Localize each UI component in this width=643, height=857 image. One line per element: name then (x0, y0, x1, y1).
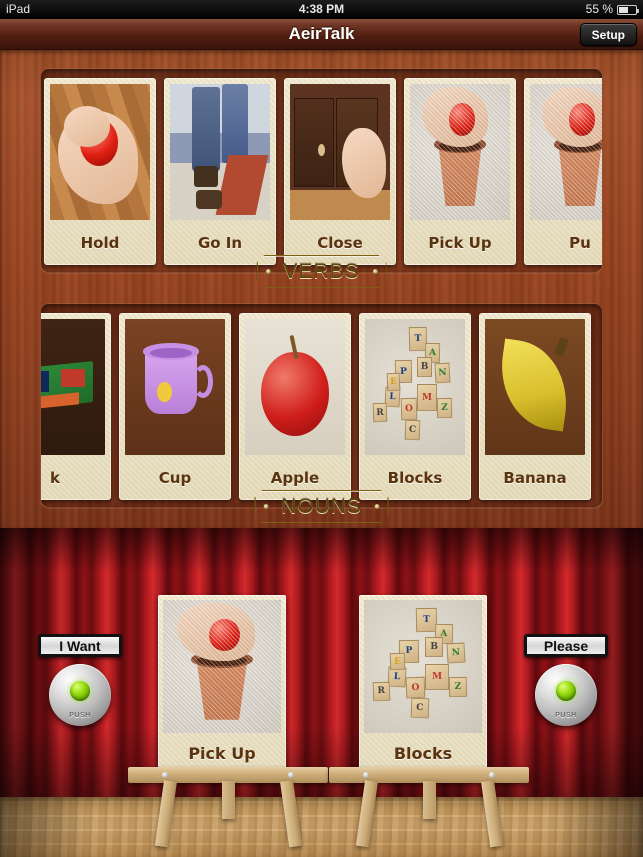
battery-icon (617, 4, 639, 15)
please-push-button[interactable]: PUSH (535, 664, 597, 726)
word-card-label: Pu (569, 233, 591, 252)
word-card-photo (125, 319, 225, 455)
nouns-panel[interactable]: k Cup Apple T P M O L E A N R Z B C Blocks Banana (40, 303, 603, 508)
word-card-photo (245, 319, 345, 455)
word-card-photo (290, 84, 390, 220)
led-indicator-icon (556, 681, 576, 701)
word-card-blocks[interactable]: T P M O L E A N R Z B C Blocks (359, 313, 471, 500)
word-card-photo (410, 84, 510, 220)
please-label: Please (524, 634, 608, 657)
word-card-apple[interactable]: Apple (239, 313, 351, 500)
word-card-photo (41, 319, 105, 455)
word-card-label: Go In (197, 233, 243, 252)
app-title-bar: AeirTalk Setup (0, 19, 643, 50)
word-card-photo (485, 319, 585, 455)
verbs-plaque: VERBS (256, 255, 386, 288)
screw-icon (288, 772, 294, 778)
screw-icon (162, 772, 168, 778)
push-caption: PUSH (555, 712, 577, 719)
word-card-close[interactable]: Close (284, 78, 396, 265)
i-want-label: I Want (38, 634, 122, 657)
word-card-label: Pick Up (428, 233, 492, 252)
word-card-hold[interactable]: Hold (44, 78, 156, 265)
status-battery-group: 55 % (585, 0, 639, 19)
i-want-push-button[interactable]: PUSH (49, 664, 111, 726)
screw-icon (375, 504, 380, 509)
screw-icon (263, 504, 268, 509)
word-card-banana[interactable]: Banana (479, 313, 591, 500)
word-card-label: Cup (158, 468, 192, 487)
status-clock: 4:38 PM (298, 2, 345, 16)
nouns-plaque-label: NOUNS (281, 494, 362, 518)
easel-right: TPMOLEANRZBC Blocks (329, 595, 529, 848)
screw-icon (373, 269, 378, 274)
sentence-card-photo (163, 600, 281, 733)
sentence-card-photo: TPMOLEANRZBC (364, 600, 482, 733)
setup-button[interactable]: Setup (579, 23, 637, 46)
word-card-pu[interactable]: Pu (524, 78, 602, 265)
led-indicator-icon (70, 681, 90, 701)
verbs-panel[interactable]: Hold Go In Close Pick Up Pu (40, 68, 603, 273)
word-card-go-in[interactable]: Go In (164, 78, 276, 265)
word-card-photo (530, 84, 602, 220)
word-card-label: Hold (80, 233, 120, 252)
sentence-stage: I Want PUSH Please PUSH Pick Up TPMOLEAN… (0, 528, 643, 857)
easel-leg (222, 781, 235, 819)
easel-left: Pick Up (128, 595, 328, 848)
screw-icon (363, 772, 369, 778)
please-button-unit[interactable]: Please PUSH (524, 634, 608, 726)
easel-leg (423, 781, 436, 819)
battery-percent-label: 55 % (585, 2, 613, 16)
word-card-label: Banana (503, 468, 567, 487)
word-card-photo (170, 84, 270, 220)
verbs-card-strip[interactable]: Hold Go In Close Pick Up Pu (41, 69, 602, 272)
screw-icon (265, 269, 270, 274)
i-want-button-unit[interactable]: I Want PUSH (38, 634, 122, 726)
sentence-card[interactable]: Pick Up (158, 595, 286, 773)
word-card-label: k (50, 468, 60, 487)
sentence-card[interactable]: TPMOLEANRZBC Blocks (359, 595, 487, 773)
word-card-photo (50, 84, 150, 220)
nouns-plaque: NOUNS (254, 490, 389, 523)
word-board: Hold Go In Close Pick Up Pu VERBS k Cup Apple T… (0, 50, 643, 528)
word-card-cup[interactable]: Cup (119, 313, 231, 500)
app-title: AeirTalk (288, 24, 355, 43)
ios-status-bar: iPad 4:38 PM 55 % (0, 0, 643, 19)
word-card-photo: TPMOLEANRZBC (365, 319, 465, 455)
push-caption: PUSH (69, 712, 91, 719)
verbs-plaque-label: VERBS (283, 259, 360, 283)
word-card-pick-up[interactable]: Pick Up (404, 78, 516, 265)
screw-icon (489, 772, 495, 778)
nouns-card-strip[interactable]: k Cup Apple T P M O L E A N R Z B C Blocks Banana (41, 304, 602, 507)
word-card-k[interactable]: k (41, 313, 111, 500)
